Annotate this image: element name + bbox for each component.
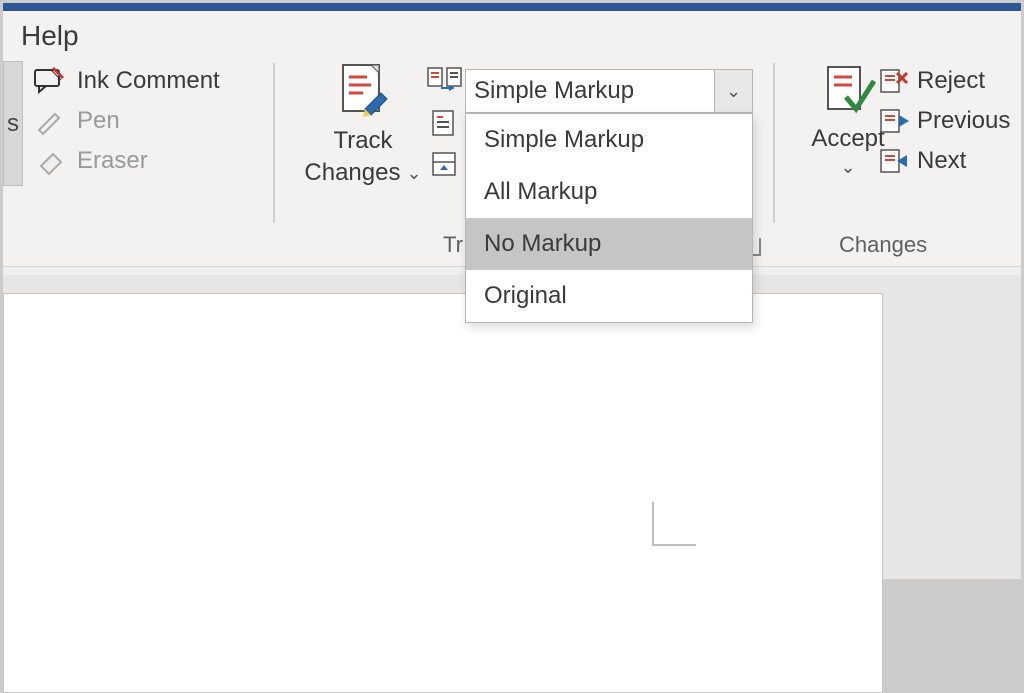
display-for-review-icon-button[interactable]: [423, 61, 467, 101]
document-page[interactable]: [3, 293, 883, 693]
tracking-group-label: Tr: [443, 232, 463, 258]
markup-option-simple[interactable]: Simple Markup: [466, 114, 752, 166]
previous-icon: [879, 107, 909, 135]
margin-corner-mark: [652, 502, 696, 546]
track-changes-button[interactable]: Track Changes ⌄: [293, 61, 433, 187]
track-changes-label-2: Changes: [304, 159, 400, 187]
chevron-down-icon: ⌄: [840, 157, 855, 178]
track-changes-label-1: Track: [333, 127, 392, 155]
display-for-review-dropdown: Simple Markup All Markup No Markup Origi…: [465, 113, 753, 323]
eraser-button: Eraser: [31, 141, 263, 181]
markup-option-original[interactable]: Original: [466, 270, 752, 322]
changes-actions: Reject Previous: [879, 61, 1024, 181]
reject-label: Reject: [917, 67, 985, 95]
eraser-icon: [33, 146, 67, 176]
ink-comment-icon: [33, 66, 67, 96]
markup-option-none[interactable]: No Markup: [466, 218, 752, 270]
display-for-review-value: Simple Markup: [466, 77, 714, 105]
pen-button: Pen: [31, 101, 263, 141]
eraser-label: Eraser: [77, 147, 148, 175]
accept-label: Accept: [811, 125, 884, 153]
ribbon-tab-bar: Help: [3, 11, 1021, 61]
tracking-small-buttons: [423, 61, 467, 187]
truncated-button[interactable]: s: [3, 61, 23, 186]
changes-group-label: Changes: [839, 232, 927, 258]
next-label: Next: [917, 147, 966, 175]
group-separator-2: [773, 63, 775, 223]
track-changes-icon: [335, 61, 391, 123]
previous-button[interactable]: Previous: [879, 101, 1024, 141]
chevron-down-icon[interactable]: ⌄: [714, 70, 752, 112]
pen-label: Pen: [77, 107, 120, 135]
previous-label: Previous: [917, 107, 1010, 135]
next-icon: [879, 147, 909, 175]
show-markup-button[interactable]: [423, 103, 467, 143]
next-button[interactable]: Next: [879, 141, 1024, 181]
ink-group: Ink Comment Pen Eraser: [31, 61, 263, 181]
group-separator: [273, 63, 275, 223]
truncated-label: s: [7, 110, 19, 138]
chevron-down-icon: ⌄: [406, 163, 421, 184]
reject-button[interactable]: Reject: [879, 61, 1024, 101]
accept-icon: [820, 61, 876, 121]
reject-icon: [879, 67, 909, 95]
tab-help[interactable]: Help: [11, 16, 89, 56]
ink-comment-button[interactable]: Ink Comment: [31, 61, 263, 101]
ink-comment-label: Ink Comment: [77, 67, 220, 95]
pen-icon: [33, 106, 67, 136]
reviewing-pane-button[interactable]: [423, 145, 467, 185]
display-for-review-select[interactable]: Simple Markup ⌄: [465, 69, 753, 113]
markup-option-all[interactable]: All Markup: [466, 166, 752, 218]
